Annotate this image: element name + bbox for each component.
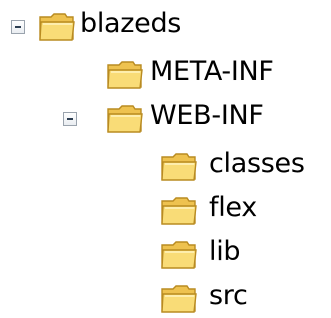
tree-node-label: flex	[209, 192, 257, 223]
tree-node-web-inf[interactable]: WEB-INF	[0, 98, 331, 138]
collapse-toggle[interactable]	[63, 112, 77, 126]
tree-node-label: WEB-INF	[150, 100, 264, 131]
folder-icon	[160, 151, 198, 183]
folder-icon	[38, 11, 76, 43]
folder-icon	[160, 239, 198, 271]
tree-node-label: lib	[209, 236, 241, 267]
tree-node-classes[interactable]: classes	[0, 146, 331, 186]
folder-icon	[160, 195, 198, 227]
tree-node-flex[interactable]: flex	[0, 190, 331, 230]
tree-node-meta-inf[interactable]: META-INF	[0, 54, 331, 94]
tree-node-label: classes	[209, 148, 305, 179]
tree-node-lib[interactable]: lib	[0, 234, 331, 274]
tree-node-label: META-INF	[150, 56, 274, 87]
tree-node-src[interactable]: src	[0, 278, 331, 318]
folder-icon	[106, 59, 144, 91]
collapse-toggle[interactable]	[11, 20, 25, 34]
folder-icon	[106, 103, 144, 135]
tree-node-label: blazeds	[80, 8, 182, 39]
folder-tree: blazeds META-INF WEB-INF classes flex li…	[0, 0, 331, 318]
tree-node-blazeds[interactable]: blazeds	[0, 6, 331, 46]
tree-node-label: src	[209, 280, 248, 311]
folder-icon	[160, 283, 198, 315]
